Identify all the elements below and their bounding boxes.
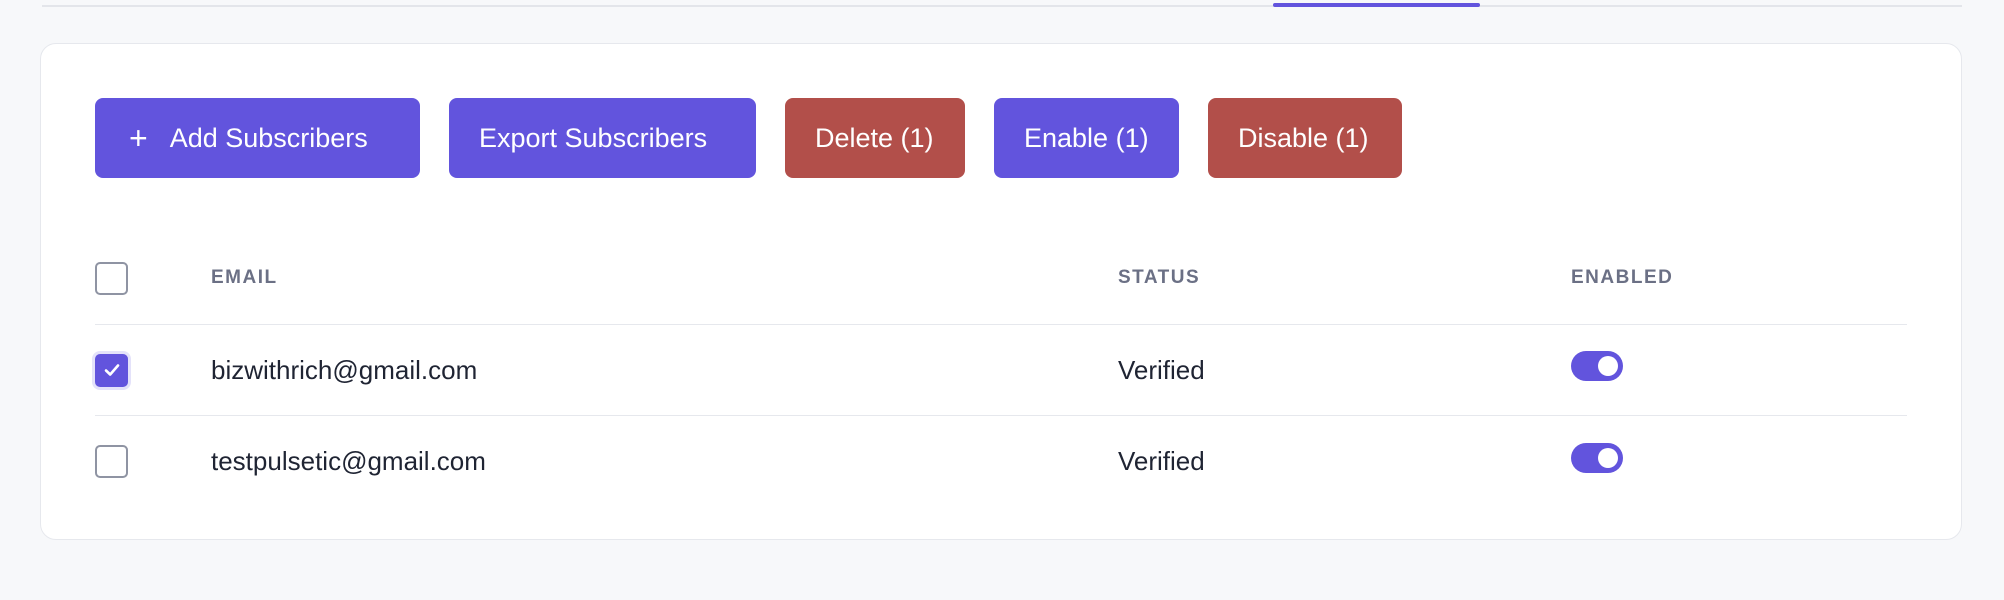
status-cell: Verified [1118,354,1205,385]
status-column-header: STATUS [1118,267,1201,288]
enable-button[interactable]: Enable (1) [994,98,1179,178]
disable-button[interactable]: Disable (1) [1208,98,1402,178]
add-subscribers-button[interactable]: + Add Subscribers [95,98,420,178]
table-row: bizwithrich@gmail.com Verified [95,325,1907,416]
active-tab-indicator [1273,3,1480,7]
table-header-row: EMAIL STATUS ENABLED [95,232,1907,325]
select-all-checkbox[interactable] [95,261,128,295]
toggle-knob [1598,356,1618,376]
email-column-header: EMAIL [211,267,278,288]
table-row: testpulsetic@gmail.com Verified [95,416,1907,507]
export-subscribers-label: Export Subscribers [479,122,708,153]
row-checkbox[interactable] [95,445,128,478]
enabled-toggle[interactable] [1571,351,1623,381]
tabs-divider [42,5,1962,7]
enabled-column-header: ENABLED [1571,267,1674,288]
delete-button[interactable]: Delete (1) [785,98,965,178]
row-checkbox[interactable] [95,353,128,387]
status-cell: Verified [1118,446,1205,476]
enabled-toggle[interactable] [1571,442,1623,473]
subscribers-card: + Add Subscribers Export Subscribers Del… [40,43,1962,540]
enable-label: Enable (1) [1024,122,1149,153]
subscribers-table: EMAIL STATUS ENABLED bizwithrich@gmail.c… [95,232,1907,507]
delete-label: Delete (1) [815,122,934,153]
export-subscribers-button[interactable]: Export Subscribers [449,98,756,178]
checkmark-icon [104,364,119,376]
plus-icon: + [129,120,148,156]
toolbar: + Add Subscribers Export Subscribers Del… [95,98,1402,178]
toggle-knob [1598,447,1618,468]
add-subscribers-label: Add Subscribers [169,122,368,153]
email-cell: bizwithrich@gmail.com [211,354,478,385]
disable-label: Disable (1) [1238,122,1369,153]
email-cell: testpulsetic@gmail.com [211,446,486,476]
